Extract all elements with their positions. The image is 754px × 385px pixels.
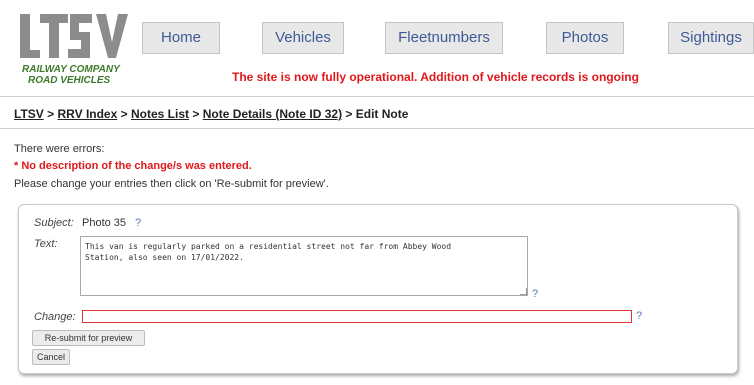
breadcrumb-ltsv[interactable]: LTSV [14, 107, 44, 121]
breadcrumb-note-details[interactable]: Note Details (Note ID 32) [203, 107, 342, 121]
subject-label: Subject: [34, 217, 74, 229]
logo-graphic [20, 14, 128, 58]
breadcrumb-separator: > [47, 107, 55, 121]
subject-value: Photo 35 [82, 217, 127, 229]
breadcrumb: LTSV > RRV Index > Notes List > Note Det… [14, 107, 408, 121]
site-logo[interactable] [18, 12, 130, 62]
change-label: Change: [34, 311, 76, 323]
nav-home[interactable]: Home [142, 22, 220, 54]
breadcrumb-separator: > [192, 107, 200, 121]
logo-line-2: ROAD VEHICLES [28, 75, 111, 86]
site-status-banner: The site is now fully operational. Addit… [232, 70, 639, 84]
error-message: * No description of the change/s was ent… [14, 160, 252, 172]
resize-handle-icon[interactable] [520, 288, 527, 295]
text-label: Text: [34, 238, 58, 250]
breadcrumb-separator: > [120, 107, 128, 121]
nav-vehicles[interactable]: Vehicles [262, 22, 344, 54]
error-intro: There were errors: [14, 143, 105, 155]
header-divider [0, 96, 754, 97]
nav-sightings[interactable]: Sightings [668, 22, 754, 54]
logo-line-1: RAILWAY COMPANY [22, 64, 120, 75]
change-input[interactable] [82, 310, 632, 323]
change-help-icon[interactable]: ? [636, 310, 642, 322]
breadcrumb-divider [0, 128, 754, 129]
breadcrumb-separator: > [345, 107, 353, 121]
breadcrumb-current: Edit Note [355, 107, 409, 121]
text-field[interactable]: This van is regularly parked on a reside… [80, 236, 528, 296]
subject-help-icon[interactable]: ? [135, 217, 141, 229]
breadcrumb-rrv-index[interactable]: RRV Index [57, 107, 117, 121]
nav-fleetnumbers[interactable]: Fleetnumbers [385, 22, 503, 54]
cancel-button[interactable]: Cancel [32, 349, 70, 365]
nav-photos[interactable]: Photos [546, 22, 624, 54]
text-help-icon[interactable]: ? [532, 288, 538, 300]
error-help-text: Please change your entries then click on… [14, 178, 329, 190]
breadcrumb-notes-list[interactable]: Notes List [131, 107, 189, 121]
resubmit-preview-button[interactable]: Re-submit for preview [32, 330, 145, 346]
logo-tagline: RAILWAY COMPANY ROAD VEHICLES [22, 64, 142, 86]
